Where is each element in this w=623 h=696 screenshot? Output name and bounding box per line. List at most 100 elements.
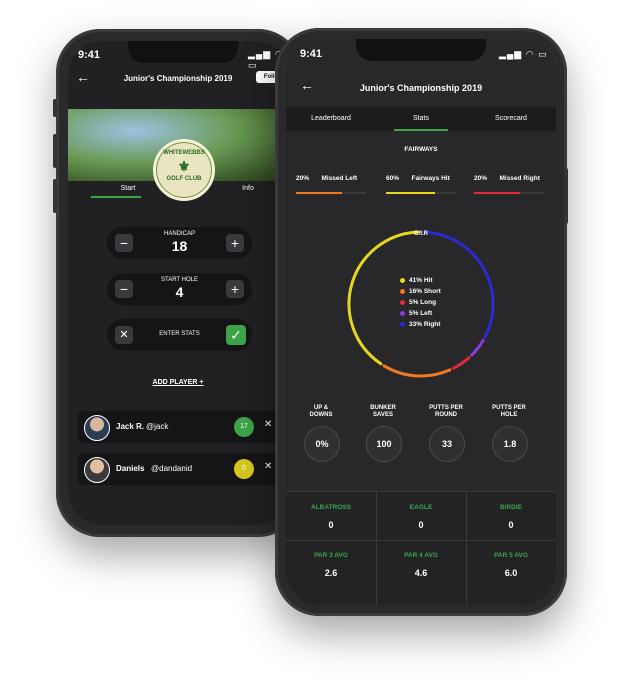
status-time: 9:41 [300, 48, 323, 60]
stat-cell-label: PAR 4 AVG [404, 552, 438, 559]
round-stat-value: 100 [366, 426, 402, 462]
stat-cell-label: ALBATROSS [311, 504, 351, 511]
handicap-value: 18 [171, 238, 188, 254]
fairway-bar [296, 192, 366, 194]
round-stat-value: 0% [304, 426, 340, 462]
gir-legend-text: 5% Long [409, 299, 437, 306]
tab-bar: Leaderboard Stats Scorecard [286, 107, 556, 131]
decrement-button[interactable]: − [115, 280, 133, 298]
stat-cell-label: EAGLE [409, 504, 433, 511]
fairway-pct: 20% [296, 175, 310, 182]
tab-stats-underline [394, 129, 448, 131]
gir-legend-item: 41% Hit [400, 277, 441, 284]
round-stat-label: PUTTS PER ROUND [421, 405, 471, 419]
enter-stats-toggle[interactable]: ✕ ENTER STATS ✓ [107, 319, 252, 351]
fairway-label: Missed Right [499, 175, 540, 182]
front-phone: 9:41 ▂▄▆ ◠ ▭ ← Junior's Championship 201… [275, 28, 568, 616]
side-button [53, 99, 57, 117]
back-arrow-icon[interactable]: ← [76, 69, 90, 85]
logo-text-bottom: GOLF CLUB [166, 176, 202, 182]
start-hole-value: 4 [175, 284, 184, 300]
handicap-badge: 17 [234, 417, 254, 437]
round-stat-label-line: SAVES [373, 412, 393, 418]
fairway-pct: 60% [386, 175, 400, 182]
stat-cell-label: PAR 5 AVG [494, 552, 528, 559]
stat-cell-value: 0 [328, 520, 334, 530]
status-icons: ▂▄▆ ◠ ▭ [499, 49, 548, 59]
side-button [564, 168, 568, 224]
player-handle: @jack [146, 422, 169, 431]
stat-cell-label: BIRDIE [499, 504, 523, 511]
round-stat-label: UP & DOWNS [296, 405, 346, 419]
round-stat-label-line: UP & [313, 405, 329, 411]
gir-legend-text: 16% Short [409, 288, 441, 295]
avatar [84, 457, 110, 483]
gir-label: G.I.R [413, 231, 428, 237]
fairway-stat: 20% Missed Right [474, 167, 544, 194]
round-stat-value: 33 [429, 426, 465, 462]
logo-emblem-icon: ⚜ [177, 158, 191, 174]
start-hole-stepper: − START HOLE 4 + [107, 273, 252, 305]
player-row[interactable]: Daniels @dandanid 0 ✕ [78, 453, 278, 485]
legend-dot-icon [400, 288, 405, 294]
start-hole-label: START HOLE [160, 277, 198, 283]
player-name: Jack R. [116, 422, 145, 431]
check-icon[interactable]: ✓ [226, 325, 246, 345]
tab-scorecard[interactable]: Scorecard [466, 115, 556, 122]
round-stat-label-line: BUNKER [370, 405, 396, 411]
legend-dot-icon [400, 277, 405, 283]
player-handle: @dandanid [151, 464, 193, 473]
add-player-link[interactable]: ADD PLAYER + [128, 379, 228, 386]
remove-player-icon[interactable]: ✕ [264, 419, 272, 430]
handicap-label: HANDICAP [163, 231, 195, 237]
legend-dot-icon [400, 310, 405, 316]
increment-button[interactable]: + [226, 234, 244, 252]
close-icon[interactable]: ✕ [115, 326, 133, 344]
handicap-stepper: − HANDICAP 18 + [107, 227, 252, 259]
tab-start[interactable]: Start [98, 185, 158, 192]
handicap-badge: 0 [234, 459, 254, 479]
legend-dot-icon [400, 299, 405, 305]
stat-cell-value: 2.6 [324, 568, 338, 578]
stat-cell-value: 0 [508, 520, 514, 530]
round-stat-label: BUNKER SAVES [358, 405, 408, 419]
fairway-stat: 60% Fairways Hit [386, 167, 456, 194]
tab-start-underline [91, 196, 141, 198]
stat-cell-value: 0 [418, 520, 424, 530]
round-stat-value: 1.8 [492, 426, 528, 462]
page-title: Junior's Championship 2019 [359, 83, 483, 93]
tab-info[interactable]: Info [228, 185, 268, 192]
round-stat-label-line: DOWNS [309, 412, 333, 418]
notch [356, 39, 486, 61]
tab-stats[interactable]: Stats [376, 115, 466, 122]
tab-leaderboard[interactable]: Leaderboard [286, 115, 376, 122]
gir-legend-text: 33% Right [409, 321, 441, 328]
round-stat-label-line: ROUND [435, 412, 457, 418]
club-logo: WHITEWEBBS ⚜ GOLF CLUB [153, 139, 215, 201]
fairway-pct: 20% [474, 175, 488, 182]
remove-player-icon[interactable]: ✕ [264, 461, 272, 472]
increment-button[interactable]: + [226, 280, 244, 298]
fairway-stat: 20% Missed Left [296, 167, 366, 194]
player-row[interactable]: Jack R. @jack 17 ✕ [78, 411, 278, 443]
side-button [53, 134, 57, 168]
back-arrow-icon[interactable]: ← [300, 77, 314, 93]
gir-legend-text: 41% Hit [409, 277, 433, 284]
stat-cell-label: PAR 3 AVG [314, 552, 348, 559]
enter-stats-label: ENTER STATS [159, 331, 200, 337]
fairway-label: Missed Left [321, 175, 358, 182]
stat-cell-value: 6.0 [504, 568, 518, 578]
player-name: Daniels [116, 464, 145, 473]
legend-dot-icon [400, 321, 405, 327]
fairways-heading: FAIRWAYS [404, 146, 438, 153]
gir-legend: 41% Hit 16% Short 5% Long 5% Left 33% Right [400, 277, 441, 332]
fairway-label: Fairways Hit [411, 175, 450, 182]
stat-cell-value: 4.6 [414, 568, 428, 578]
decrement-button[interactable]: − [115, 234, 133, 252]
round-stat-label-line: HOLE [500, 412, 518, 418]
gir-legend-item: 33% Right [400, 321, 441, 328]
notch [128, 41, 238, 63]
gir-legend-text: 5% Left [409, 310, 433, 317]
avatar [84, 415, 110, 441]
back-screen: 9:41 ▂▄▆ ◠ ▭ ← Junior's Championship 201… [68, 41, 290, 525]
